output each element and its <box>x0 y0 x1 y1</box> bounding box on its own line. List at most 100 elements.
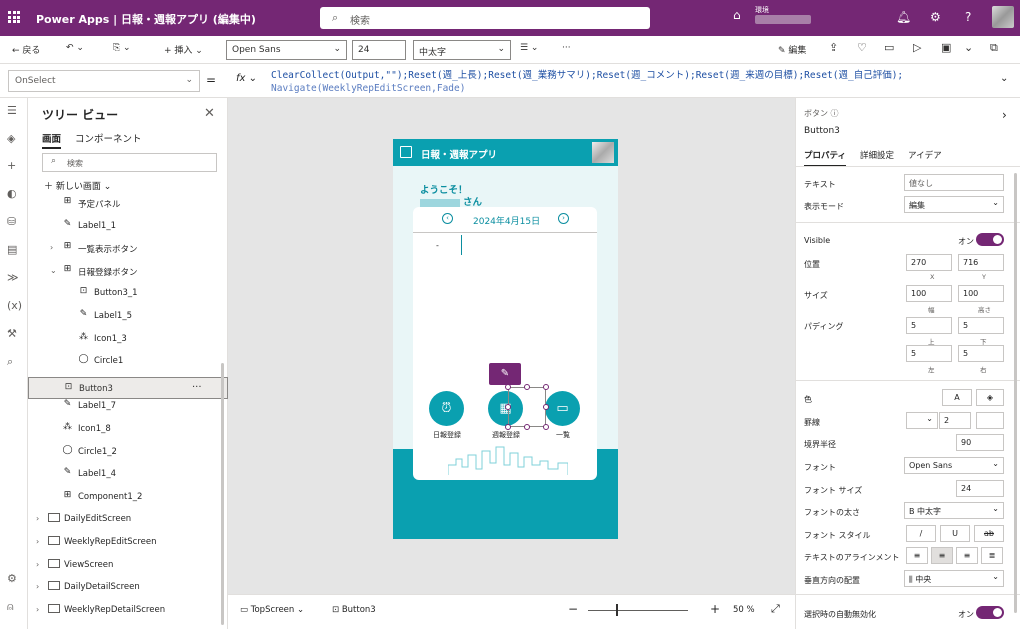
tree-item[interactable]: › WeeklyRepDetailScreen <box>28 599 228 622</box>
width-input[interactable]: 100 <box>906 285 952 302</box>
publish-icon[interactable]: ⧉ <box>990 41 998 55</box>
font-size-input[interactable]: 24 <box>352 40 406 60</box>
padding-bottom-input[interactable]: 5 <box>958 317 1004 334</box>
tree-item[interactable]: › DailyEditScreen <box>28 508 228 531</box>
tree-item[interactable]: › DailyDetailScreen <box>28 576 228 599</box>
resize-handle[interactable] <box>524 384 530 390</box>
back-button[interactable]: ← 戻る <box>12 43 40 56</box>
zoom-out-icon[interactable]: − <box>568 602 578 616</box>
fill-color-icon[interactable]: ◈ <box>976 389 1004 406</box>
prev-date-icon[interactable]: ‹ <box>442 213 453 224</box>
list-button[interactable]: ▭ <box>545 391 580 426</box>
edit-button[interactable]: ✎ 編集 <box>778 43 806 56</box>
zoom-slider-thumb[interactable] <box>616 604 618 616</box>
chevron-right-icon[interactable]: › <box>36 582 39 591</box>
preview-play-icon[interactable]: ▷ <box>913 41 921 54</box>
data-icon[interactable]: ⛁ <box>7 215 16 228</box>
settings-gear-icon[interactable]: ⚙ <box>930 10 941 24</box>
text-color-button[interactable]: A <box>942 389 972 406</box>
power-automate-icon[interactable]: ≫ <box>7 271 19 284</box>
chevron-right-icon[interactable]: › <box>50 243 53 252</box>
tree-item[interactable]: ✎ Label1_4 <box>28 463 228 486</box>
save-icon[interactable]: ▣ <box>941 41 951 54</box>
quick-action-button[interactable]: ✎ <box>489 363 521 385</box>
insert-button[interactable]: + 挿入 ⌄ <box>164 43 203 56</box>
underline-button[interactable]: U <box>940 525 970 542</box>
undo-icon[interactable]: ↶ ⌄ <box>66 43 84 53</box>
display-mode-select[interactable]: 編集 ⌄ <box>904 196 1004 213</box>
properties-scrollbar[interactable] <box>1014 173 1017 613</box>
height-input[interactable]: 100 <box>958 285 1004 302</box>
design-canvas[interactable]: 日報・週報アプリ ようこそ！ さん ‹ 2024年4月15日 › - ⏰︎ 日報… <box>228 98 795 594</box>
visible-toggle[interactable] <box>976 233 1004 246</box>
tree-item[interactable]: ✎ Label1_1 <box>28 215 228 238</box>
next-date-icon[interactable]: › <box>558 213 569 224</box>
tab-screens[interactable]: 画面 <box>42 131 62 149</box>
resize-handle[interactable] <box>543 424 549 430</box>
tree-item[interactable]: ✎ Label1_5 <box>28 305 228 328</box>
font-family-select[interactable]: Open Sans ⌄ <box>904 457 1004 474</box>
paste-icon[interactable]: ⎘ ⌄ <box>113 43 131 53</box>
search-icon[interactable]: ⌕ <box>7 355 13 369</box>
environment-picker[interactable]: ⌂ 環境 <box>733 6 811 24</box>
property-select[interactable]: OnSelect ⌄ <box>8 70 200 92</box>
tab-components[interactable]: コンポーネント <box>75 131 142 147</box>
auto-disable-toggle[interactable] <box>976 606 1004 619</box>
close-icon[interactable]: ✕ <box>204 106 215 121</box>
tree-item[interactable]: ✎ Label1_7 <box>28 395 228 418</box>
calendar-icon[interactable] <box>400 146 412 158</box>
font-weight-prop-select[interactable]: B 中太字 ⌄ <box>904 502 1004 519</box>
collapse-panel-icon[interactable]: › <box>1002 108 1007 122</box>
tree-item[interactable]: ◯ Circle1_2 <box>28 441 228 464</box>
text-prop-input[interactable]: 値なし <box>904 174 1004 191</box>
align-center-icon[interactable]: ≡ <box>931 547 953 564</box>
variables-icon[interactable]: (x) <box>7 299 22 312</box>
tree-item[interactable]: ⁂ Icon1_8 <box>28 418 228 441</box>
resize-handle[interactable] <box>543 384 549 390</box>
position-x-input[interactable]: 270 <box>906 254 952 271</box>
control-selector[interactable]: ⊡ Button3 <box>332 605 376 615</box>
border-style-select[interactable]: ⌄ <box>906 412 938 429</box>
tree-search-input[interactable]: ⌕ 検索 <box>42 153 217 172</box>
app-launcher-icon[interactable] <box>8 11 20 23</box>
resize-handle[interactable] <box>505 404 511 410</box>
daily-report-button[interactable]: ⏰︎ <box>429 391 464 426</box>
more-options-icon[interactable]: ··· <box>192 382 202 393</box>
tree-item[interactable]: ⊡ Button3_1 <box>28 282 228 305</box>
tree-item[interactable]: › ViewScreen <box>28 554 228 577</box>
tree-item[interactable]: ⌄ ⊞ 日報登録ボタン <box>28 260 228 283</box>
selection-box[interactable] <box>508 387 546 427</box>
border-width-input[interactable]: 2 <box>939 412 971 429</box>
tree-view-icon[interactable]: ◈ <box>7 132 15 145</box>
formula-input[interactable]: ClearCollect(Output,"");Reset(週_上長);Rese… <box>271 69 903 95</box>
share-icon[interactable]: ⇪ <box>829 41 838 54</box>
tab-properties[interactable]: プロパティ <box>804 149 846 167</box>
zoom-slider[interactable] <box>588 610 688 611</box>
tools-icon[interactable]: ⚒ <box>7 327 17 340</box>
border-color-swatch[interactable] <box>976 412 1004 429</box>
screen-selector[interactable]: ▭ TopScreen ⌄ <box>240 605 304 615</box>
expand-formula-icon[interactable]: ⌄ <box>1000 73 1008 84</box>
new-screen-button[interactable]: ＋ 新しい画面 ⌄ <box>44 179 111 192</box>
padding-right-input[interactable]: 5 <box>958 345 1004 362</box>
more-icon[interactable]: ··· <box>562 43 571 53</box>
resize-handle[interactable] <box>543 404 549 410</box>
align-justify-icon[interactable]: ≣ <box>981 547 1003 564</box>
chevron-right-icon[interactable]: › <box>36 605 39 614</box>
chevron-right-icon[interactable]: › <box>36 560 39 569</box>
resize-handle[interactable] <box>524 424 530 430</box>
resize-handle[interactable] <box>505 424 511 430</box>
align-left-icon[interactable]: ≡ <box>906 547 928 564</box>
info-icon[interactable]: ⓘ <box>831 109 839 118</box>
app-checker-icon[interactable]: ♡ <box>857 41 867 54</box>
tree-scrollbar[interactable] <box>221 363 224 625</box>
help-icon[interactable]: ? <box>965 10 971 24</box>
settings-icon[interactable]: ⚙ <box>7 572 17 585</box>
tab-advanced[interactable]: 詳細設定 <box>860 149 894 165</box>
fit-to-window-icon[interactable]: ⤢ <box>771 602 780 616</box>
fx-icon[interactable]: fx ⌄ <box>236 73 257 84</box>
font-weight-select[interactable]: 中太字 ⌄ <box>413 40 511 60</box>
tree-item[interactable]: › ⊞ 一覧表示ボタン <box>28 237 228 260</box>
chevron-right-icon[interactable]: › <box>36 514 39 523</box>
media-icon[interactable]: ▤ <box>7 243 17 256</box>
